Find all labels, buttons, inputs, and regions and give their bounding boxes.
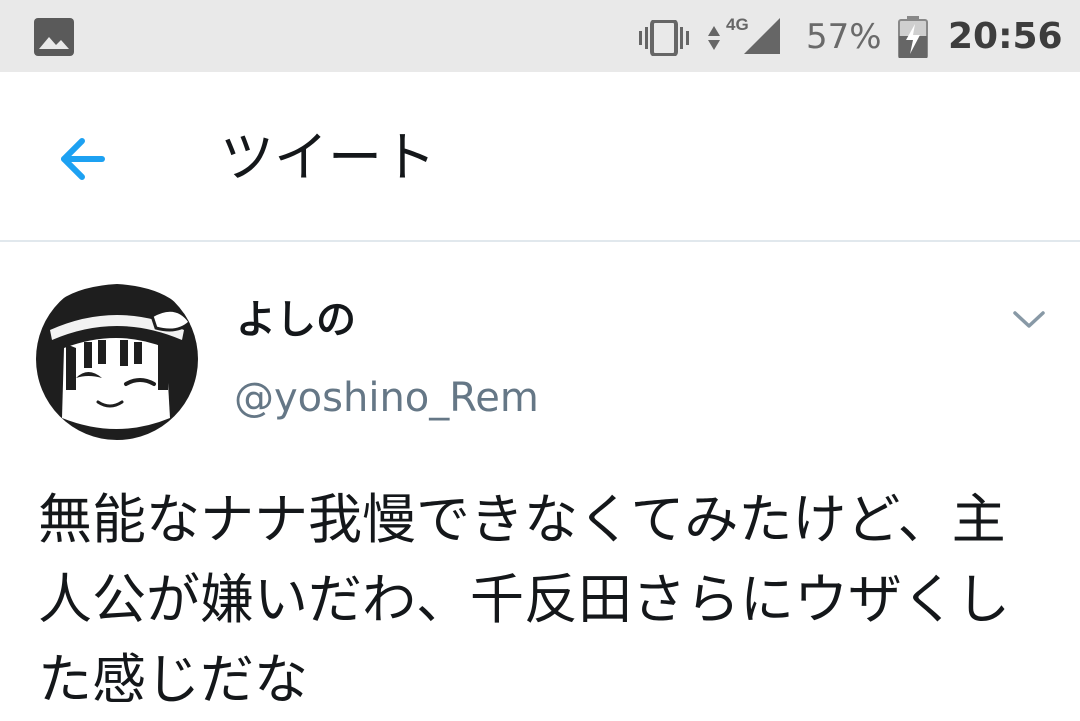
app-bar: ツイート <box>0 72 1080 242</box>
arrow-left-icon <box>61 138 105 180</box>
chevron-down-icon <box>1013 311 1045 328</box>
image-icon <box>34 18 74 56</box>
vibrate-icon <box>639 20 689 56</box>
avatar-illustration <box>36 278 198 440</box>
page-title: ツイート <box>220 126 436 189</box>
avatar[interactable] <box>36 278 198 440</box>
status-bar: 4G 57% 20:56 <box>0 0 1080 72</box>
network-type-label: 4G <box>726 15 749 34</box>
clock-time: 20:56 <box>948 16 1063 57</box>
tweet-menu-button[interactable] <box>1006 300 1052 340</box>
tweet-text: 無能なナナ我慢できなくてみたけど、主人公が嫌いだわ、千反田さらにウザくした感じだ… <box>38 488 1010 711</box>
author-handle[interactable]: @yoshino_Rem <box>234 370 539 426</box>
author-name[interactable]: よしの <box>236 292 356 348</box>
battery-charging-icon <box>898 16 928 58</box>
battery-percentage: 57% <box>806 17 882 57</box>
back-button[interactable] <box>44 124 120 194</box>
signal-icon: 4G <box>708 15 780 54</box>
